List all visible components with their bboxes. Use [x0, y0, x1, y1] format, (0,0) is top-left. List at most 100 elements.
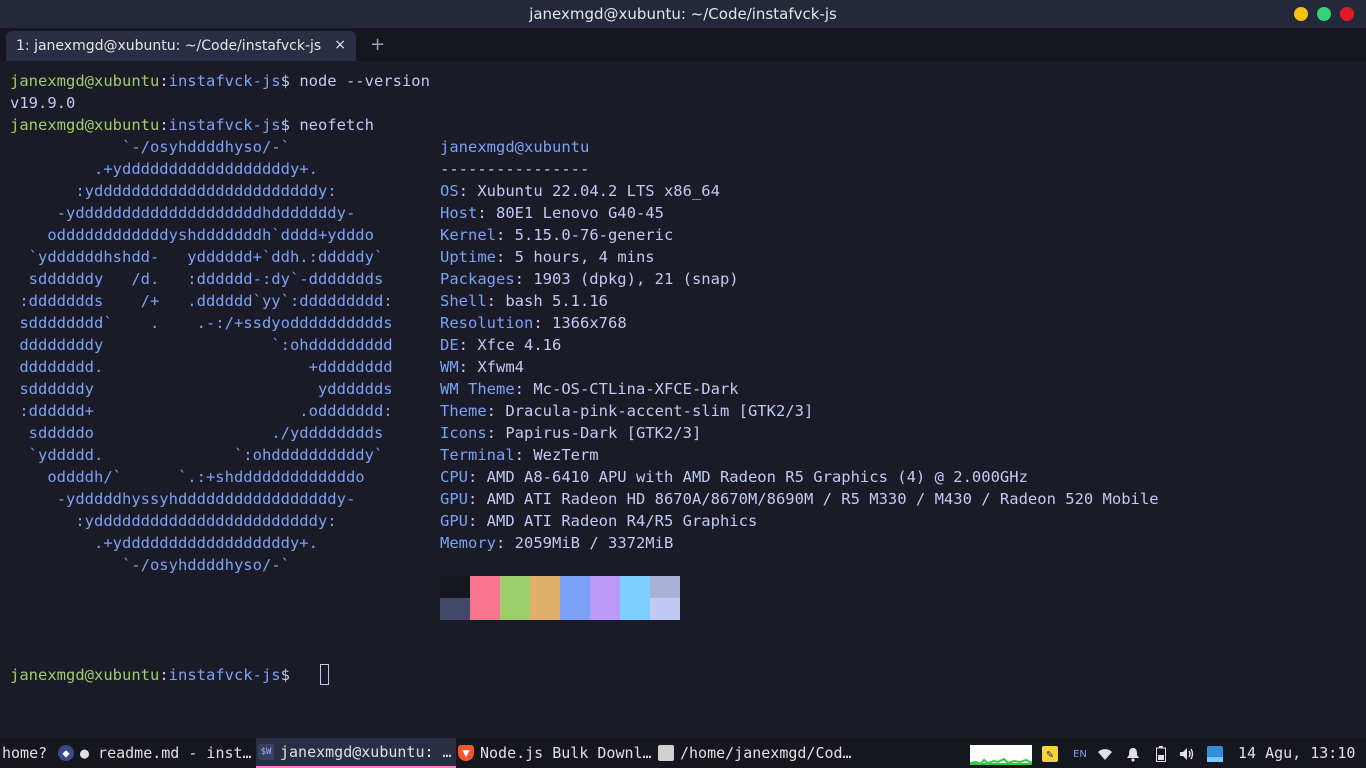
palette-swatch: [560, 598, 590, 620]
prompt-user: janexmgd@xubuntu: [10, 666, 160, 684]
info-key: DE: [440, 336, 459, 354]
terminal-area[interactable]: janexmgd@xubuntu:instafvck-js $ node --ve…: [0, 61, 1366, 738]
info-value: : 5.15.0-76-generic: [496, 226, 674, 244]
info-title: janexmgd@xubuntu: [440, 138, 590, 156]
logo-line: dddddddd. +dddddddd: [10, 358, 393, 376]
logo-line: :dddddd+ .oddddddd:: [10, 402, 393, 420]
info-row: Packages: 1903 (dpkg), 21 (snap): [440, 268, 739, 290]
info-key: Icons: [440, 424, 487, 442]
info-row: Uptime: 5 hours, 4 mins: [440, 246, 655, 268]
command-text: neofetch: [299, 116, 374, 134]
wezterm-icon: $W: [258, 744, 274, 760]
logo-line: `yddddd. `:ohddddddddddy`: [10, 446, 384, 464]
info-row: DE: Xfce 4.16: [440, 334, 561, 356]
info-value: : AMD ATI Radeon R4/R5 Graphics: [468, 512, 758, 530]
info-value: : 1903 (dpkg), 21 (snap): [514, 270, 739, 288]
wifi-icon[interactable]: [1097, 746, 1113, 762]
logo-line: ddddddddy `:ohddddddddd: [10, 336, 393, 354]
tab-close-icon[interactable]: ×: [334, 37, 346, 53]
taskbar-item-files[interactable]: /home/janexmgd/Cod…: [658, 738, 860, 768]
palette-swatch: [500, 576, 530, 598]
info-row: CPU: AMD A8-6410 APU with AMD Radeon R5 …: [440, 466, 1028, 488]
close-button[interactable]: [1340, 7, 1354, 21]
taskbar-item-home[interactable]: home?: [2, 738, 52, 768]
window-controls: [1294, 7, 1354, 21]
info-key: OS: [440, 182, 459, 200]
info-value: : Xfwm4: [458, 358, 524, 376]
palette-swatch: [440, 576, 470, 598]
tab-bar: 1: janexmgd@xubuntu: ~/Code/instafvck-js…: [0, 28, 1366, 61]
logo-line: .+yddddddddddddddddddy+.: [10, 534, 318, 552]
prompt-symbol: $: [280, 116, 300, 134]
taskbar-item-label: home?: [2, 744, 48, 762]
command-text: node --version: [299, 72, 430, 90]
info-key: Uptime: [440, 248, 496, 266]
palette-swatch: [470, 598, 500, 620]
tab-terminal[interactable]: 1: janexmgd@xubuntu: ~/Code/instafvck-js…: [6, 31, 356, 61]
info-row: Kernel: 5.15.0-76-generic: [440, 224, 673, 246]
info-key: CPU: [440, 468, 468, 486]
folder-icon: [658, 745, 674, 761]
taskbar-item-label: ● readme.md - inst…: [80, 744, 252, 762]
display-icon[interactable]: [1207, 746, 1223, 762]
palette-swatch: [530, 598, 560, 620]
info-value: : 1366x768: [533, 314, 627, 332]
volume-icon[interactable]: [1179, 746, 1195, 762]
palette-swatch: [590, 598, 620, 620]
prompt-dir: instafvck-js: [168, 72, 281, 90]
info-value: : 80E1 Lenovo G40-45: [477, 204, 664, 222]
notes-icon[interactable]: ✎: [1042, 746, 1058, 762]
info-key: Terminal: [440, 446, 515, 464]
info-key: Packages: [440, 270, 515, 288]
info-row: Resolution: 1366x768: [440, 312, 627, 334]
cpu-graph-chart: [970, 757, 1032, 765]
taskbar-item-vscode[interactable]: ◆ ● readme.md - inst…: [58, 738, 254, 768]
palette-swatch: [620, 576, 650, 598]
prompt-separator: :: [159, 72, 169, 90]
palette-swatch: [500, 598, 530, 620]
command-output: v19.9.0: [10, 94, 76, 112]
info-value: : Xfce 4.16: [458, 336, 562, 354]
palette-swatch: [620, 598, 650, 620]
cpu-graph[interactable]: [970, 745, 1032, 765]
info-row: Host: 80E1 Lenovo G40-45: [440, 202, 664, 224]
info-key: Theme: [440, 402, 487, 420]
vscode-icon: ◆: [58, 745, 74, 761]
logo-line: -ydddddhyssyhdddddddddddddddddy-: [10, 490, 356, 508]
logo-line: sdddddo ./ydddddddds: [10, 424, 384, 442]
text-cursor: [320, 664, 329, 685]
prompt-user: janexmgd@xubuntu: [10, 72, 160, 90]
prompt-user: janexmgd@xubuntu: [10, 116, 160, 134]
window-titlebar: janexmgd@xubuntu: ~/Code/instafvck-js: [0, 0, 1366, 28]
prompt-line: janexmgd@xubuntu:instafvck-js$ neofetch: [10, 114, 374, 136]
battery-icon[interactable]: [1153, 746, 1169, 762]
taskbar-item-label: Node.js Bulk Downl…: [480, 744, 652, 762]
new-tab-button[interactable]: +: [370, 34, 385, 55]
info-value: : bash 5.1.16: [486, 292, 608, 310]
maximize-button[interactable]: [1317, 7, 1331, 21]
keyboard-layout-indicator[interactable]: EN: [1070, 746, 1090, 762]
info-row: Theme: Dracula-pink-accent-slim [GTK2/3]: [440, 400, 813, 422]
brave-icon: ▼: [458, 745, 474, 761]
info-value: : Papirus-Dark [GTK2/3]: [486, 424, 702, 442]
notification-bell-icon[interactable]: [1125, 746, 1141, 762]
logo-line: oddddh/` `.:+shdddddddddddddo: [10, 468, 365, 486]
info-key: GPU: [440, 490, 468, 508]
taskbar-item-brave[interactable]: ▼ Node.js Bulk Downl…: [458, 738, 656, 768]
logo-line: -yddddddddddddddddddddhdddddddy-: [10, 204, 356, 222]
info-row: GPU: AMD ATI Radeon R4/R5 Graphics: [440, 510, 757, 532]
minimize-button[interactable]: [1294, 7, 1308, 21]
tab-label: 1: janexmgd@xubuntu: ~/Code/instafvck-js: [16, 38, 322, 54]
palette-swatch: [470, 576, 500, 598]
logo-line: sddddddy ydddddds: [10, 380, 393, 398]
info-row: WM Theme: Mc-OS-CTLina-XFCE-Dark: [440, 378, 739, 400]
clock[interactable]: 14 Agu, 13:10: [1238, 738, 1355, 768]
taskbar-item-label: /home/janexmgd/Cod…: [680, 744, 852, 762]
info-row: GPU: AMD ATI Radeon HD 8670A/8670M/8690M…: [440, 488, 1159, 510]
info-row: Terminal: WezTerm: [440, 444, 599, 466]
taskbar-item-wezterm[interactable]: $W janexmgd@xubuntu: …: [256, 738, 456, 768]
info-row: Icons: Papirus-Dark [GTK2/3]: [440, 422, 701, 444]
info-value: : 2059MiB / 3372MiB: [496, 534, 674, 552]
logo-line: `-/osyhddddhyso/-`: [10, 556, 290, 574]
info-key: WM: [440, 358, 459, 376]
